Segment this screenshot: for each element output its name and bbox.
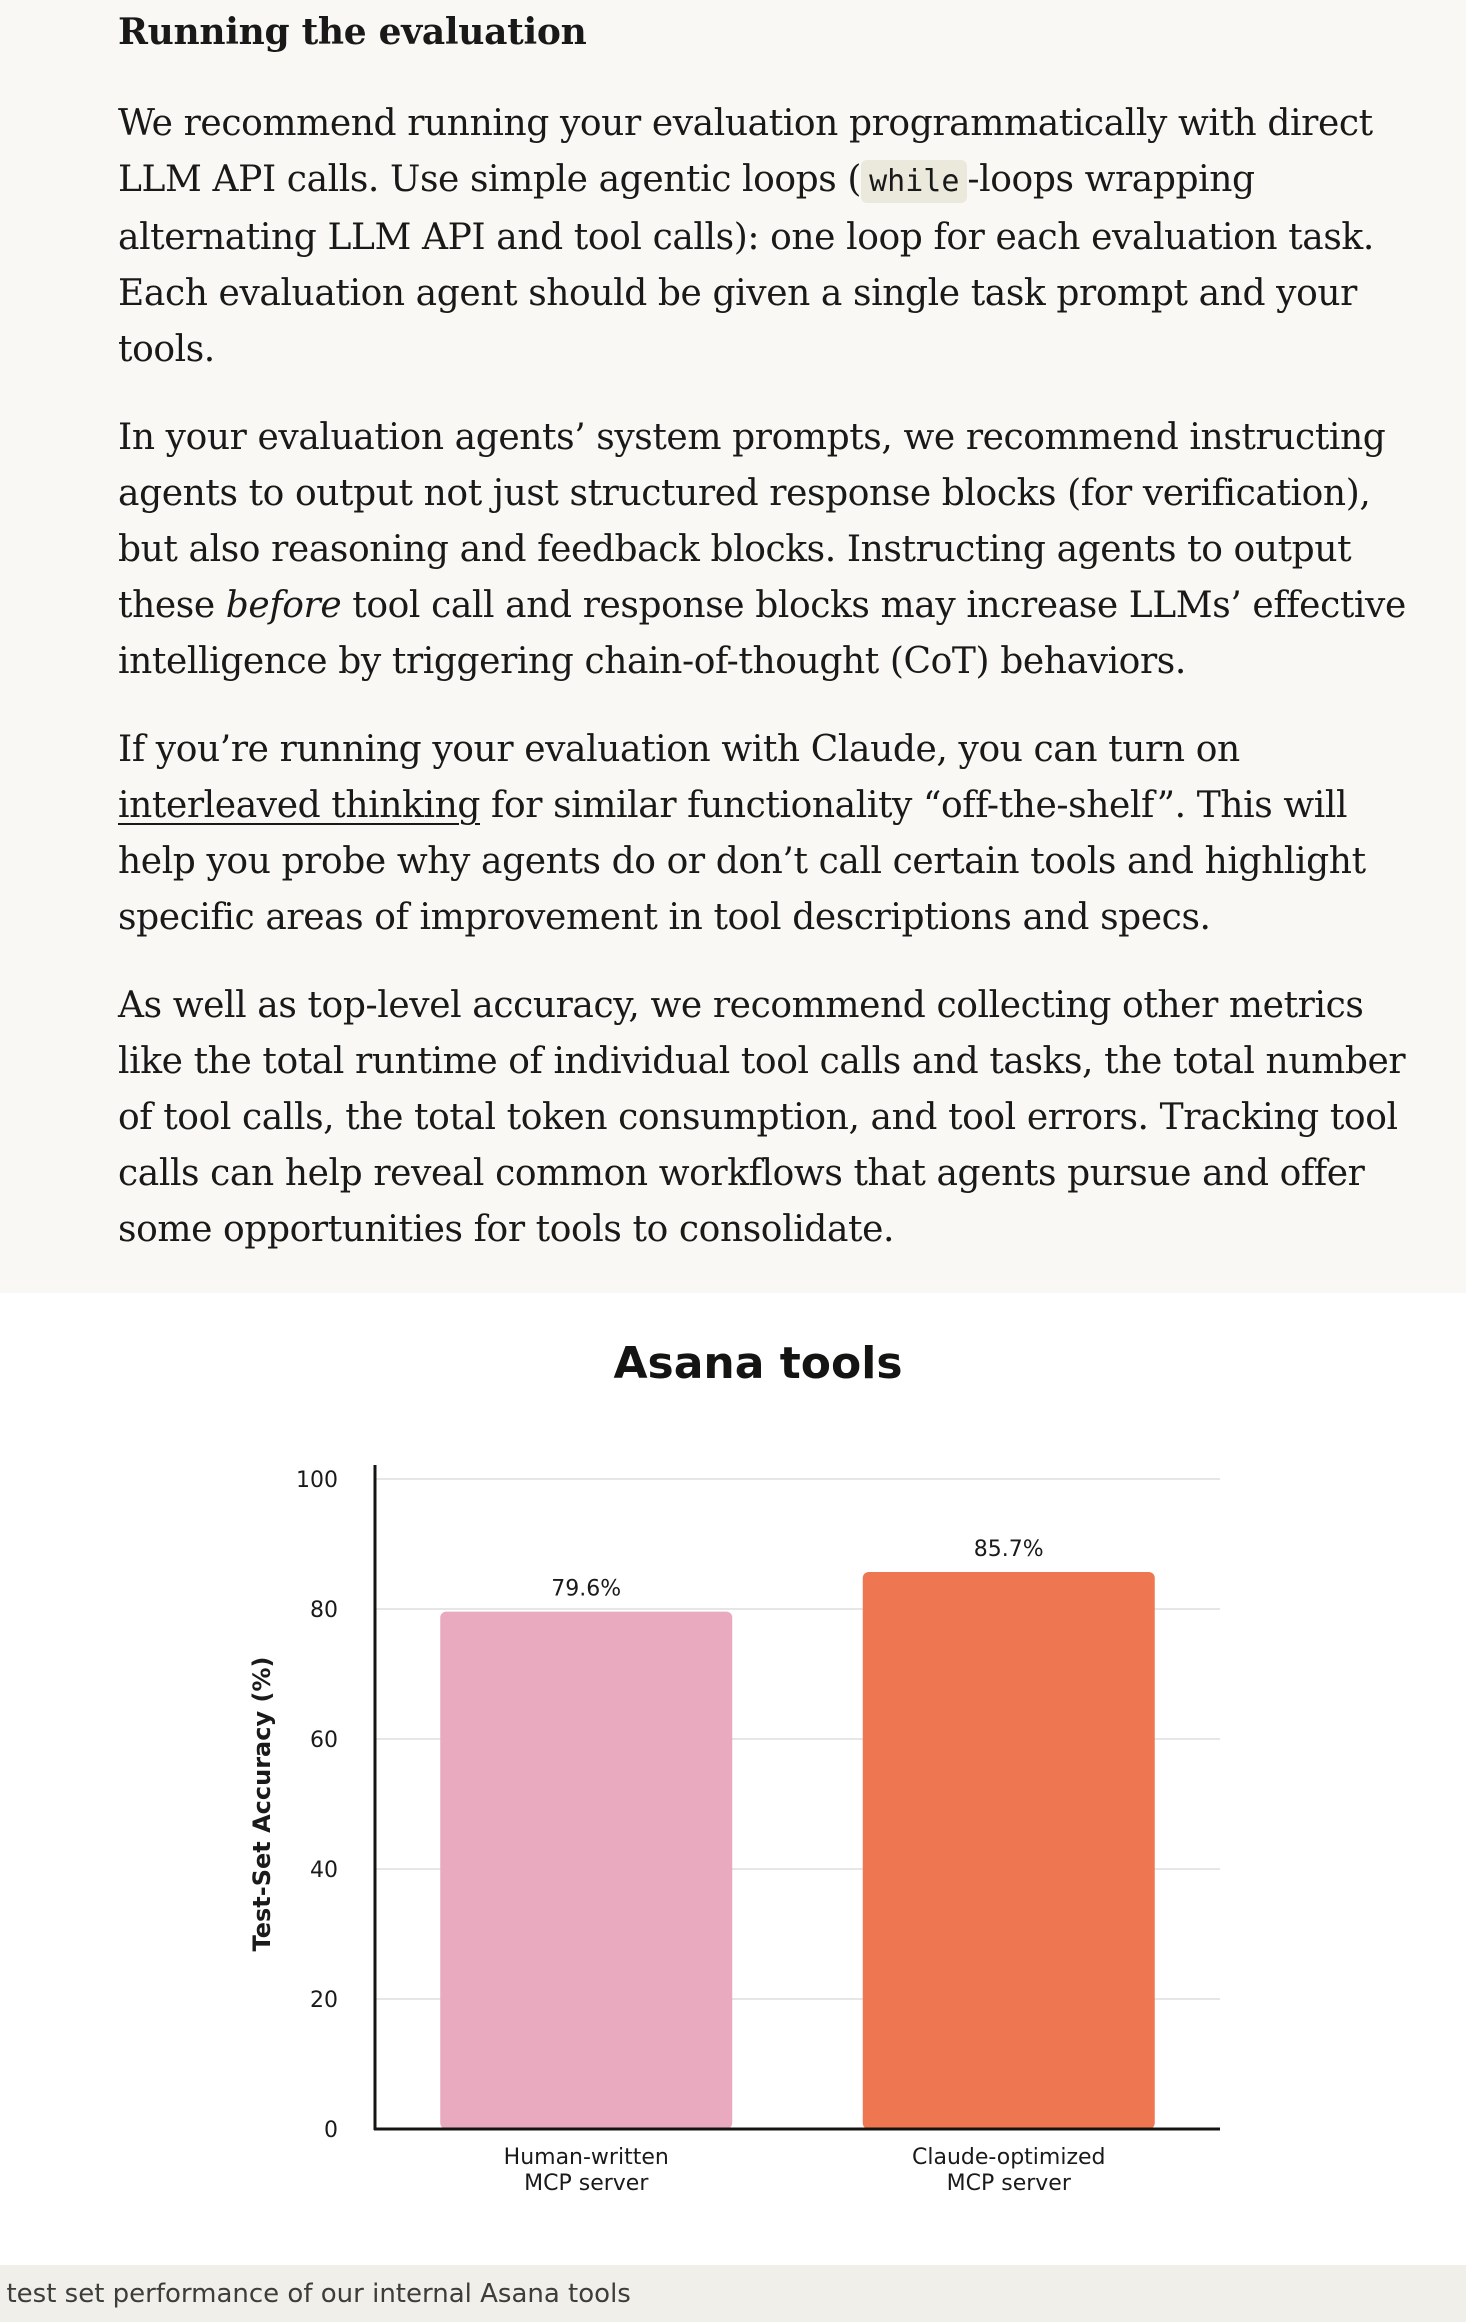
bar-1 xyxy=(440,1611,733,2129)
figure-caption: t test set performance of our internal A… xyxy=(0,2265,1466,2322)
x-tick-label: MCP server xyxy=(524,2171,649,2196)
data-label-2: 85.7% xyxy=(974,1537,1044,1562)
y-tick-label: 0 xyxy=(324,2118,338,2143)
paragraph-loops: We recommend running your evaluation pro… xyxy=(118,96,1408,378)
paragraph-system-prompts: In your evaluation agents’ system prompt… xyxy=(118,410,1408,690)
paragraph-text: If you’re running your evaluation with C… xyxy=(118,729,1240,770)
paragraph-claude: If you’re running your evaluation with C… xyxy=(118,722,1408,946)
y-tick-label: 60 xyxy=(310,1728,338,1753)
section-heading: Running the evaluation xyxy=(118,11,587,53)
y-tick-label: 40 xyxy=(310,1858,338,1883)
y-axis-label: Test-Set Accuracy (%) xyxy=(248,1657,276,1952)
x-tick-label: MCP server xyxy=(947,2171,1072,2196)
chart-figure: Asana tools 0 20 40 60 80 100 Test-Set Accuracy… xyxy=(0,1293,1466,2265)
bar-2 xyxy=(862,1571,1155,2129)
y-tick-label: 80 xyxy=(310,1598,338,1623)
paragraph-metrics: As well as top-level accuracy, we recomm… xyxy=(118,985,1406,1250)
caption-text: t test set performance of our internal A… xyxy=(0,2279,631,2309)
y-tick-label: 20 xyxy=(310,1988,338,2013)
bar-chart: Asana tools 0 20 40 60 80 100 Test-Set Accuracy… xyxy=(248,1338,1220,2196)
data-label-1: 79.6% xyxy=(551,1577,621,1602)
y-tick-label: 100 xyxy=(296,1468,338,1493)
inline-code: while xyxy=(861,160,968,203)
article-body: Running the evaluation We recommend runn… xyxy=(118,0,1408,1258)
x-tick-label: Claude-optimized xyxy=(912,2145,1106,2170)
interleaved-thinking-link[interactable]: interleaved thinking xyxy=(118,785,480,826)
chart-title: Asana tools xyxy=(613,1338,902,1389)
x-tick-label: Human-written xyxy=(504,2145,669,2170)
emphasis-text: before xyxy=(225,585,342,626)
